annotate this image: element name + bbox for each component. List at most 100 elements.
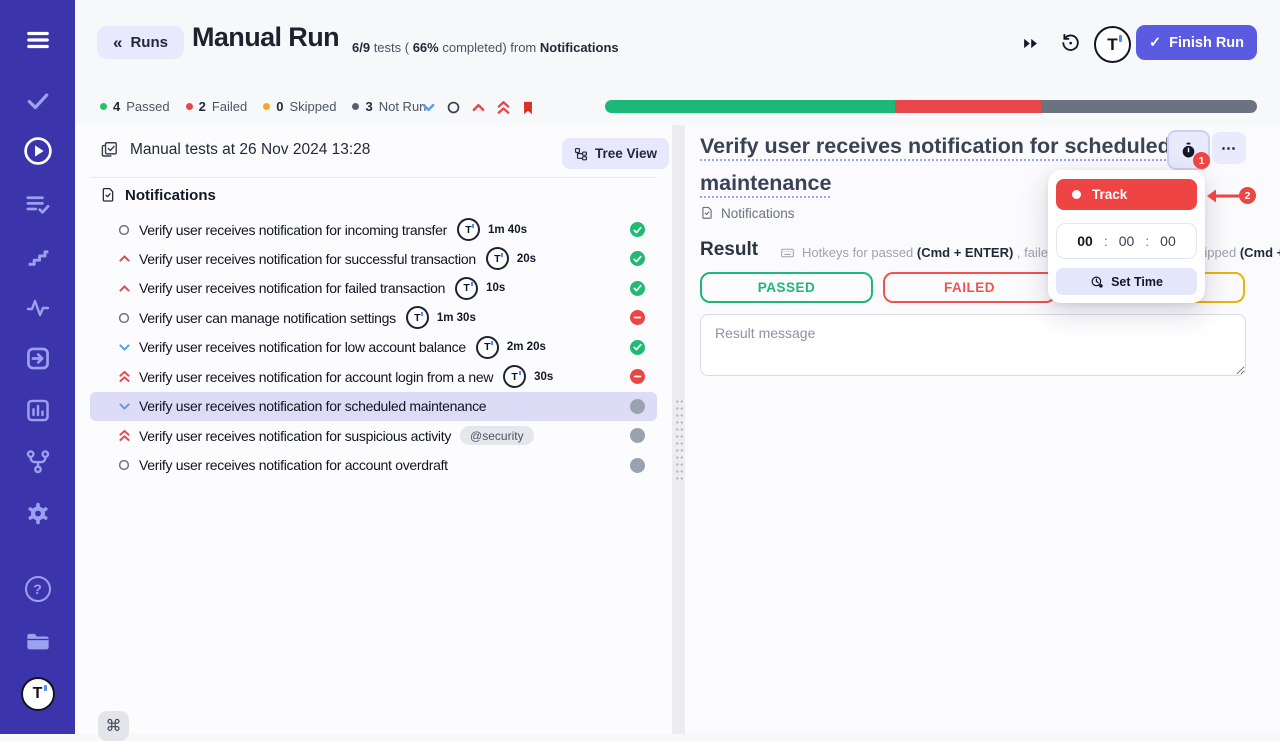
minutes-input[interactable]: 00 xyxy=(1119,233,1135,249)
test-duration: 30s xyxy=(534,371,553,383)
clock-settings-icon xyxy=(1090,275,1104,289)
tree-view-icon xyxy=(574,147,588,161)
test-duration: 2m 20s xyxy=(507,341,546,353)
timer-history-icon[interactable] xyxy=(1060,32,1081,53)
logo-letter: T xyxy=(494,253,500,265)
status-failed-icon xyxy=(630,310,645,325)
status-passed-icon xyxy=(630,340,645,355)
test-row[interactable]: Verify user receives notification for su… xyxy=(90,421,657,450)
filter-priority-highest-icon[interactable] xyxy=(496,99,511,116)
timer-popup: Track 00 : 00 : 00 Set Time xyxy=(1048,170,1205,303)
record-dot-icon xyxy=(1072,190,1081,199)
test-tag-badge: @security xyxy=(460,426,534,445)
file-check-icon xyxy=(700,205,714,221)
filter-priority-low-icon[interactable] xyxy=(421,101,436,114)
test-row[interactable]: Verify user receives notification for su… xyxy=(90,244,657,273)
run-progress-bar xyxy=(605,100,1257,113)
more-options-button[interactable]: ⋯ xyxy=(1212,132,1246,164)
hotkeys-cmd-button[interactable]: ⌘ xyxy=(98,711,129,741)
colon: : xyxy=(1145,233,1149,249)
settings-gear-icon[interactable] xyxy=(24,500,51,527)
passed-button[interactable]: PASSED xyxy=(700,272,873,303)
seconds-input[interactable]: 00 xyxy=(1160,233,1176,249)
logo-letter: T xyxy=(414,312,420,324)
testomat-badge-icon: T xyxy=(406,306,429,329)
progress-failed-segment xyxy=(895,100,1040,113)
test-title: Verify user receives notification for in… xyxy=(139,222,447,238)
colon: : xyxy=(1104,233,1108,249)
priority-filters xyxy=(421,99,535,116)
test-title: Verify user receives notification for su… xyxy=(139,251,476,267)
test-plans-icon[interactable] xyxy=(24,191,52,218)
testomat-badge-icon: T xyxy=(476,336,499,359)
folder-notifications[interactable]: Notifications xyxy=(100,186,216,204)
failed-button-label: FAILED xyxy=(944,280,995,295)
run-header: Manual tests at 26 Nov 2024 13:28 xyxy=(100,140,370,159)
tests-check-icon[interactable] xyxy=(23,88,52,114)
back-to-runs-button[interactable]: « Runs xyxy=(97,26,184,59)
set-time-button[interactable]: Set Time xyxy=(1056,268,1197,295)
testomat-badge-icon: T xyxy=(486,247,509,270)
priority-high-icon xyxy=(116,253,132,264)
test-title: Verify user receives notification for sc… xyxy=(139,398,486,414)
test-duration: 1m 30s xyxy=(437,312,476,324)
fast-forward-icon[interactable] xyxy=(1022,35,1039,52)
annotation-arrow-icon xyxy=(1205,188,1243,204)
failed-dot-icon xyxy=(186,103,193,110)
menu-icon[interactable] xyxy=(24,27,52,53)
stat-failed: 2Failed xyxy=(186,99,248,114)
filter-bookmark-icon[interactable] xyxy=(521,100,535,116)
stat-skipped: 0Skipped xyxy=(263,99,336,114)
status-failed-icon xyxy=(630,369,645,384)
hours-input[interactable]: 00 xyxy=(1077,233,1093,249)
skipped-dot-icon xyxy=(263,103,270,110)
pulse-icon[interactable] xyxy=(24,296,51,320)
priority-normal-icon xyxy=(116,458,132,472)
checklist-icon xyxy=(100,140,119,159)
help-icon[interactable]: ? xyxy=(25,576,51,602)
test-row[interactable]: Verify user receives notification for ac… xyxy=(90,451,657,480)
help-qmark: ? xyxy=(33,581,42,597)
finish-run-button[interactable]: ✓ Finish Run xyxy=(1136,25,1257,60)
notrun-label: Not Run xyxy=(379,99,427,114)
detail-breadcrumb[interactable]: Notifications xyxy=(700,205,795,221)
logo-letter: T xyxy=(465,224,471,236)
tree-view-button[interactable]: Tree View xyxy=(562,138,669,169)
test-row[interactable]: Verify user receives notification for in… xyxy=(90,215,657,244)
filter-priority-normal-icon[interactable] xyxy=(446,100,461,115)
steps-icon[interactable] xyxy=(25,244,51,269)
projects-folder-icon[interactable] xyxy=(23,628,52,655)
test-row[interactable]: Verify user receives notification for lo… xyxy=(90,333,657,362)
result-message-input[interactable] xyxy=(700,314,1246,376)
track-label: Track xyxy=(1092,187,1127,202)
time-input-group: 00 : 00 : 00 xyxy=(1056,223,1197,259)
track-button[interactable]: Track xyxy=(1056,179,1197,210)
failed-button[interactable]: FAILED xyxy=(883,272,1056,303)
branches-icon[interactable] xyxy=(24,448,51,475)
runs-play-icon[interactable] xyxy=(22,135,54,167)
test-row[interactable]: Verify user receives notification for ac… xyxy=(90,362,657,391)
test-title: Verify user receives notification for lo… xyxy=(139,339,466,355)
testomat-logo-top[interactable]: T xyxy=(1094,26,1131,63)
status-notrun-icon xyxy=(630,399,645,414)
panel-resizer[interactable] xyxy=(672,125,685,734)
status-notrun-icon xyxy=(630,428,645,443)
logo-letter: T xyxy=(33,685,43,703)
test-row[interactable]: Verify user receives notification for fa… xyxy=(90,274,657,303)
run-title: Manual tests at 26 Nov 2024 13:28 xyxy=(130,141,370,159)
testomat-badge-icon: T xyxy=(455,277,478,300)
testomat-logo[interactable]: T xyxy=(21,677,55,711)
run-stats: 4Passed 2Failed 0Skipped 3Not Run xyxy=(100,99,426,114)
testomat-badge-icon: T xyxy=(457,218,480,241)
filter-priority-high-icon[interactable] xyxy=(471,101,486,114)
priority-low-icon xyxy=(116,342,132,353)
priority-highest-icon xyxy=(116,369,132,384)
test-row[interactable]: Verify user can manage notification sett… xyxy=(90,303,657,332)
analytics-icon[interactable] xyxy=(24,397,51,424)
priority-highest-icon xyxy=(116,428,132,443)
skipped-label: Skipped xyxy=(290,99,337,114)
test-row-selected[interactable]: Verify user receives notification for sc… xyxy=(90,392,657,421)
import-icon[interactable] xyxy=(24,345,51,372)
test-title: Verify user receives notification for ac… xyxy=(139,369,493,385)
test-duration: 10s xyxy=(486,282,505,294)
